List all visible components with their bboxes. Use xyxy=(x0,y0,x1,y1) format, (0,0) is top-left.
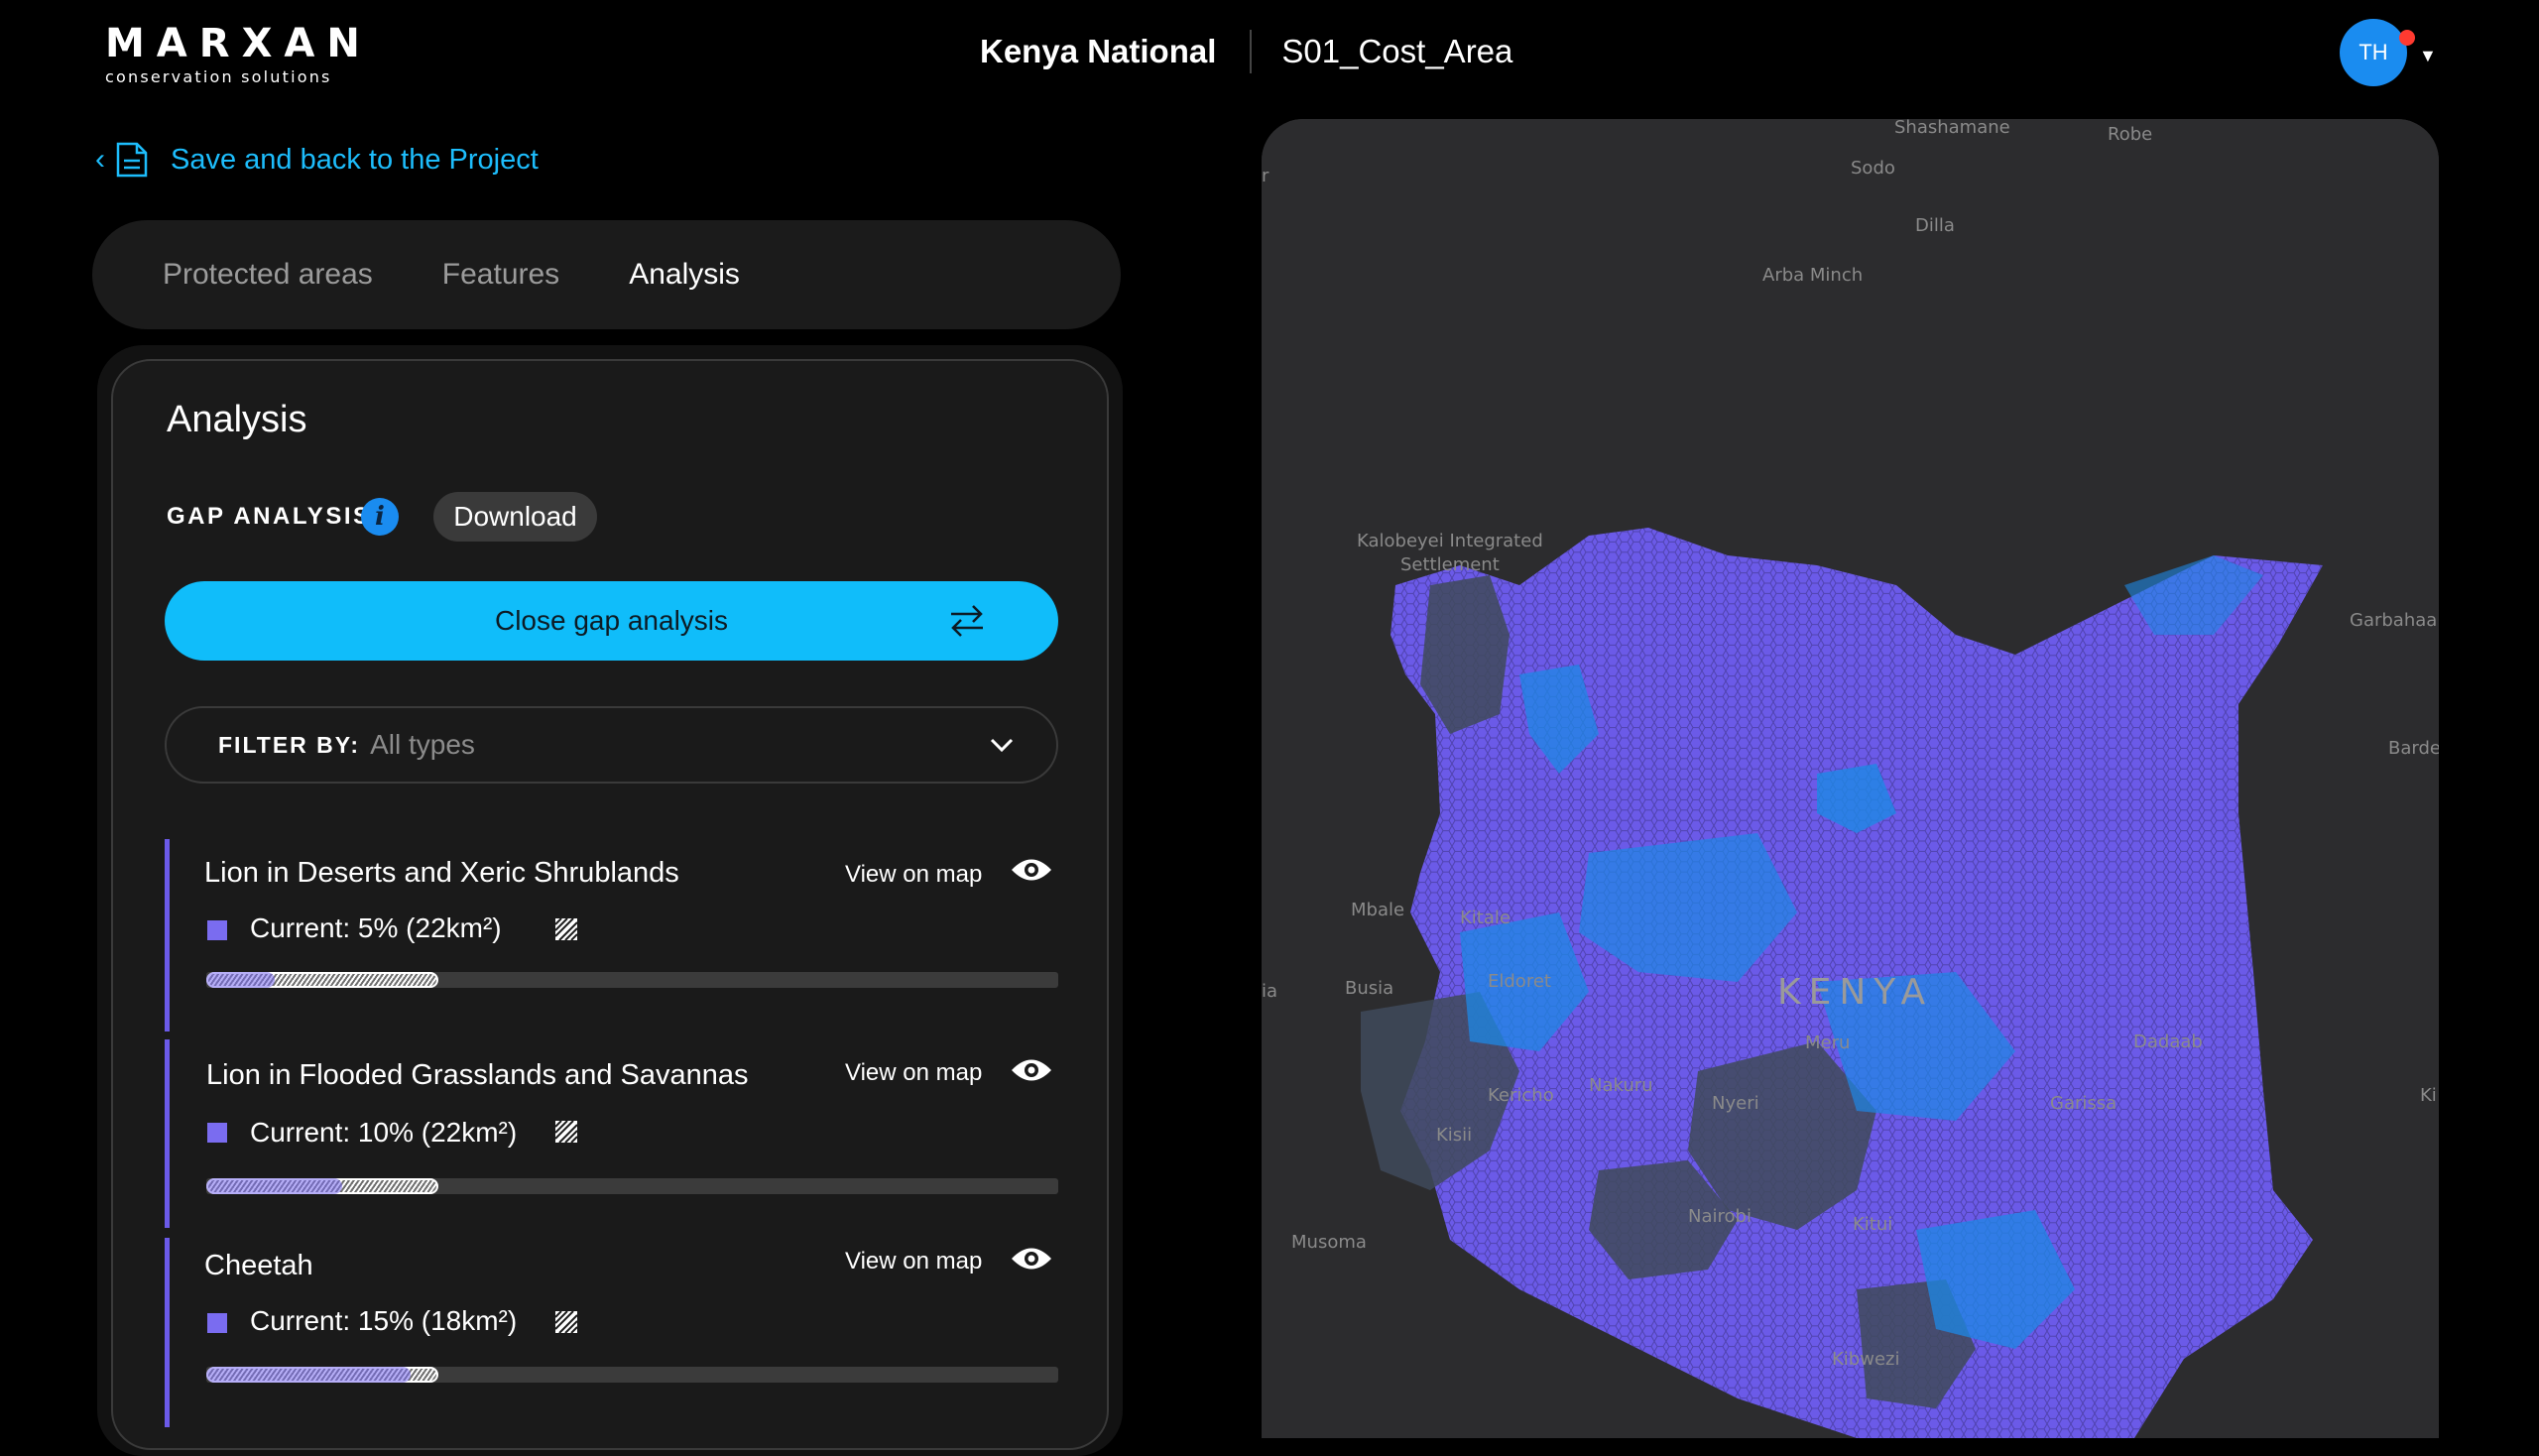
progress-track xyxy=(206,1178,1058,1194)
current-fill xyxy=(206,972,275,988)
gap-analysis-label: GAP ANALYSIS xyxy=(167,503,372,530)
view-on-map-label[interactable]: View on map xyxy=(845,861,982,889)
tab-features[interactable]: Features xyxy=(442,258,559,292)
place-label: Nairobi xyxy=(1688,1206,1752,1227)
progress-track xyxy=(206,1367,1058,1383)
eye-icon[interactable] xyxy=(1010,855,1053,885)
notification-dot xyxy=(2399,30,2415,46)
map-view[interactable]: Shashamane Robe Sodo Dilla Arba Minch Ka… xyxy=(1262,119,2439,1438)
place-label: r xyxy=(1262,166,1270,186)
place-label: Kalobeyei Integrated xyxy=(1357,531,1543,551)
feature-name: Lion in Deserts and Xeric Shrublands xyxy=(204,857,679,889)
place-label: Eldoret xyxy=(1488,971,1551,992)
place-label: Musoma xyxy=(1291,1232,1367,1253)
feature-name: Lion in Flooded Grasslands and Savannas xyxy=(206,1059,749,1091)
user-menu-caret-icon[interactable]: ▼ xyxy=(2419,46,2437,66)
feature-accent-bar xyxy=(165,1238,170,1427)
logo-tagline: conservation solutions xyxy=(105,67,332,86)
panel-title: Analysis xyxy=(167,399,307,440)
place-label: Shashamane xyxy=(1894,119,2010,138)
eye-icon[interactable] xyxy=(1010,1244,1053,1274)
place-label: Kisii xyxy=(1436,1125,1472,1146)
place-label: Settlement xyxy=(1400,554,1500,575)
save-and-back-label: Save and back to the Project xyxy=(171,143,539,176)
place-label: Kericho xyxy=(1488,1085,1554,1106)
place-label: Dilla xyxy=(1915,215,1955,236)
country-label: KENYA xyxy=(1777,972,1933,1013)
scenario-name[interactable]: S01_Cost_Area xyxy=(1281,33,1512,70)
place-label: Barde xyxy=(2388,738,2439,759)
logo-wordmark: MARXAN xyxy=(105,21,372,66)
document-icon xyxy=(116,142,148,178)
download-button[interactable]: Download xyxy=(433,492,597,542)
place-label: Sodo xyxy=(1851,158,1895,179)
feature-accent-bar xyxy=(165,1039,170,1228)
place-label: Nakuru xyxy=(1589,1075,1653,1096)
save-and-back-link[interactable]: ‹ Save and back to the Project xyxy=(95,141,539,179)
place-label: ia xyxy=(1262,981,1277,1002)
place-label: Dadaab xyxy=(2133,1031,2203,1052)
feature-row: Lion in Deserts and Xeric Shrublands Vie… xyxy=(165,839,1058,1031)
feature-row: Lion in Flooded Grasslands and Savannas … xyxy=(165,1039,1058,1228)
marxan-logo[interactable]: MARXAN conservation solutions xyxy=(105,22,372,86)
place-label: Ki xyxy=(2420,1085,2437,1106)
place-label: Nyeri xyxy=(1712,1093,1759,1114)
view-on-map-label[interactable]: View on map xyxy=(845,1059,982,1087)
chevron-down-icon xyxy=(990,738,1014,753)
place-label: Robe xyxy=(2108,124,2152,145)
header-breadcrumb: Kenya National S01_Cost_Area xyxy=(980,28,1512,75)
map-canvas[interactable]: Shashamane Robe Sodo Dilla Arba Minch Ka… xyxy=(1262,119,2439,1438)
current-value: Current: 15% (18km²) xyxy=(250,1305,518,1336)
current-value: Current: 5% (22km²) xyxy=(250,912,502,943)
tab-protected-areas[interactable]: Protected areas xyxy=(163,258,373,292)
filter-value: All types xyxy=(370,729,475,760)
place-label: Garbahaa xyxy=(2350,610,2437,631)
current-legend-swatch xyxy=(207,920,227,940)
user-avatar[interactable]: TH xyxy=(2340,19,2407,86)
current-fill xyxy=(206,1178,342,1194)
place-label: Meru xyxy=(1805,1032,1850,1053)
target-legend-swatch xyxy=(555,918,577,940)
feature-name: Cheetah xyxy=(204,1250,313,1281)
header-divider xyxy=(1250,30,1253,73)
place-label: Kitale xyxy=(1460,908,1511,928)
view-on-map-label[interactable]: View on map xyxy=(845,1248,982,1275)
current-legend-swatch xyxy=(207,1123,227,1143)
current-legend-swatch xyxy=(207,1313,227,1333)
close-gap-analysis-button[interactable]: Close gap analysis xyxy=(165,581,1058,661)
scenario-tabs: Protected areas Features Analysis xyxy=(92,220,1121,329)
place-label: Garissa xyxy=(2050,1093,2116,1114)
chevron-left-icon: ‹ xyxy=(95,143,105,176)
current-value: Current: 10% (22km²) xyxy=(250,1117,518,1148)
eye-icon[interactable] xyxy=(1010,1055,1053,1085)
filter-dropdown[interactable]: FILTER BY: All types xyxy=(165,706,1058,784)
target-legend-swatch xyxy=(555,1121,577,1143)
tab-analysis[interactable]: Analysis xyxy=(629,258,740,292)
filter-label: FILTER BY: xyxy=(218,731,361,758)
current-fill xyxy=(206,1367,411,1383)
place-label: Mbale xyxy=(1351,900,1404,920)
project-name[interactable]: Kenya National xyxy=(980,33,1216,70)
target-legend-swatch xyxy=(555,1311,577,1333)
feature-accent-bar xyxy=(165,839,170,1031)
swap-arrows-icon xyxy=(951,605,983,637)
place-label: Kibwezi xyxy=(1832,1349,1899,1370)
feature-row: Cheetah View on map Current: 15% (18km²) xyxy=(165,1238,1058,1427)
place-label: Busia xyxy=(1345,978,1393,999)
place-label: Kitui xyxy=(1853,1214,1892,1235)
user-initials: TH xyxy=(2358,40,2388,64)
progress-track xyxy=(206,972,1058,988)
info-icon[interactable]: i xyxy=(361,498,399,536)
place-label: Arba Minch xyxy=(1762,265,1863,286)
close-gap-analysis-label: Close gap analysis xyxy=(494,605,729,636)
